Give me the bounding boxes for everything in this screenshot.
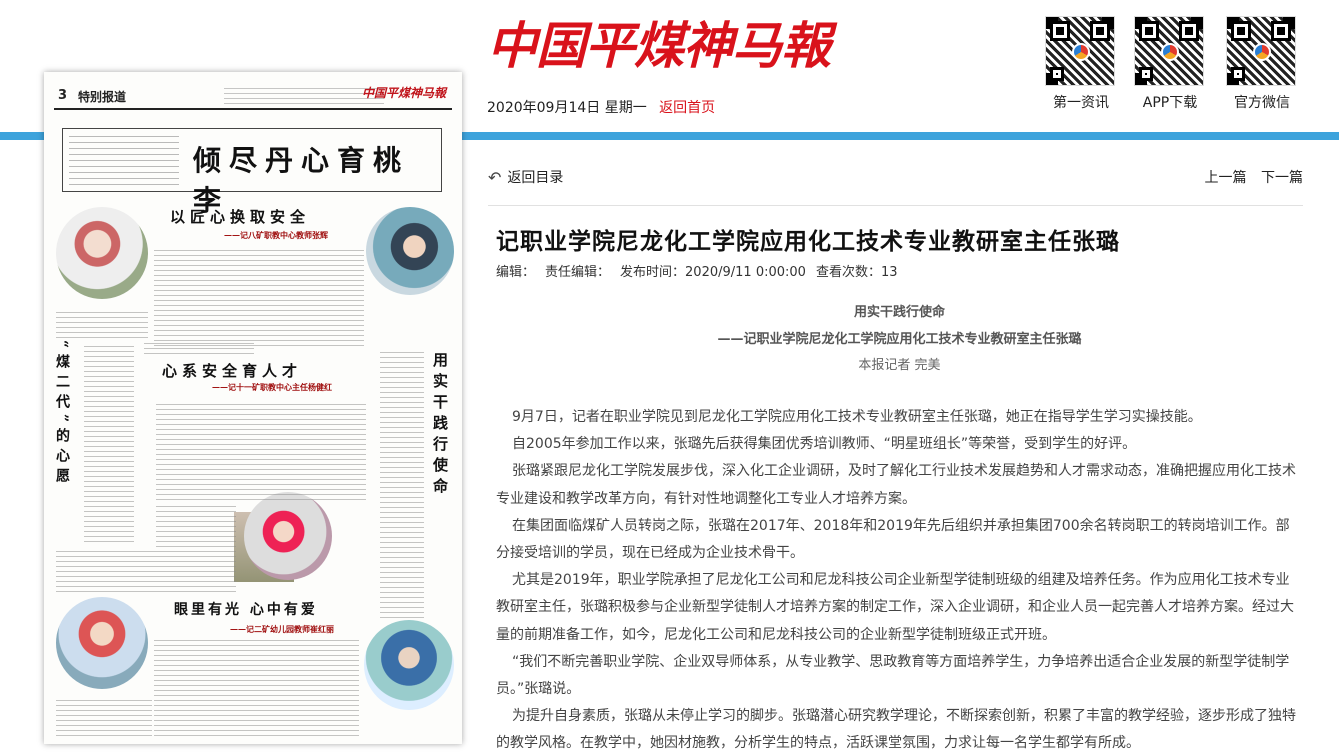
paper-section-name: 特别报道 <box>78 90 127 104</box>
paper-photo[interactable] <box>56 597 148 689</box>
paper-masthead: 中国平煤神马報 <box>361 86 446 100</box>
paper-header-info <box>224 86 384 104</box>
article-byline: 本报记者 完美 <box>858 358 941 373</box>
qr-code-icon <box>1226 16 1296 86</box>
meta-chief-editor: 责任编辑： <box>545 265 611 280</box>
site-logo[interactable]: 中国平煤神马報 <box>487 14 831 78</box>
paper-text-block <box>56 548 156 592</box>
nav-divider <box>488 205 1303 206</box>
article-paragraph: “我们不断完善职业学院、企业双导师体系，从专业教学、思政教育等方面培养学生，力争… <box>496 653 1290 698</box>
meta-view-count: 查看次数：13 <box>815 265 898 280</box>
paper-photo[interactable] <box>366 207 454 295</box>
next-article-link[interactable]: 下一篇 <box>1261 170 1303 186</box>
paper-subheadline: ——记十一矿职教中心主任杨健红 <box>212 382 332 392</box>
article-paragraph: 自2005年参加工作以来，张璐先后获得集团优秀培训教师、“明星班组长”等荣誉，受… <box>512 436 1137 453</box>
paper-headline[interactable]: 以匠心换取安全 <box>170 206 310 227</box>
article-body: 9月7日，记者在职业学院见到尼龙化工学院应用化工技术专业教研室主任张璐，她正在指… <box>496 404 1296 754</box>
article-title: 记职业学院尼龙化工学院应用化工技术专业教研室主任张璐 <box>496 229 1120 255</box>
paper-text-block <box>154 248 364 346</box>
prev-article-link[interactable]: 上一篇 <box>1205 170 1247 186</box>
qr-label: APP下载 <box>1142 95 1198 111</box>
paper-vertical-headline[interactable]: “煤二代”的心愿 <box>54 340 70 488</box>
paper-text-block <box>144 342 254 354</box>
paper-headline[interactable]: 眼里有光 心中有爱 <box>174 599 318 619</box>
paper-text-block <box>154 640 359 736</box>
article-paragraph: 尤其是2019年，职业学院承担了尼龙化工公司和尼龙科技公司企业新型学徒制班级的组… <box>496 572 1294 643</box>
qr-first-news[interactable]: 第一资讯 <box>1045 16 1117 112</box>
back-label: 返回目录 <box>507 170 564 186</box>
paper-text-block <box>380 348 424 618</box>
qr-app-download[interactable]: APP下载 <box>1134 16 1206 112</box>
paper-text-block <box>156 400 366 500</box>
paper-photo[interactable] <box>244 492 332 580</box>
paper-photo[interactable] <box>56 207 148 299</box>
article-panel: ↶ 返回目录 上一篇 下一篇 记职业学院尼龙化工学院应用化工技术专业教研室主任张… <box>462 140 1339 754</box>
qr-label: 官方微信 <box>1234 95 1290 111</box>
date-line: 2020年09月14日 星期一 返回首页 <box>487 97 715 117</box>
paper-subheadline: ——记二矿幼儿园教师崔红丽 <box>230 624 334 634</box>
paper-text-block <box>156 502 236 592</box>
article-subtitle-secondary: ——记职业学院尼龙化工学院应用化工技术专业教研室主任张璐 <box>717 332 1082 347</box>
back-to-catalog-button[interactable]: ↶ 返回目录 <box>488 167 563 187</box>
paper-banner-quote <box>69 135 179 185</box>
article-paragraph: 为提升自身素质，张璐从未停止学习的脚步。张璐潜心研究教学理论，不断探索创新，积累… <box>496 708 1296 752</box>
article-paragraph: 张璐紧跟尼龙化工学院发展步伐，深入化工企业调研，及时了解化工行业技术发展趋势和人… <box>496 463 1296 507</box>
paper-headline[interactable]: 心系安全育人才 <box>162 360 302 381</box>
paper-subheadline: ——记八矿职教中心教师张辉 <box>224 230 328 240</box>
article-subtitle: 用实干践行使命 <box>853 305 945 320</box>
article-pager: 上一篇 下一篇 <box>1195 167 1303 187</box>
current-date: 2020年09月14日 星期一 <box>487 100 647 116</box>
article-paragraph: 在集团面临煤矿人员转岗之际，张璐在2017年、2018年和2019年先后组织并承… <box>496 517 1290 562</box>
article-meta: 编辑： 责任编辑： 发布时间：2020/9/11 0:00:00 查看次数：13 <box>496 261 907 280</box>
article-nav: ↶ 返回目录 上一篇 下一篇 <box>488 167 1303 187</box>
qr-label: 第一资讯 <box>1053 95 1109 111</box>
back-arrow-icon: ↶ <box>488 167 502 187</box>
paper-vertical-headline[interactable]: 用实干践行使命 <box>430 352 451 499</box>
paper-banner[interactable]: 倾尽丹心育桃李 <box>62 128 442 217</box>
paper-page-header: 3 特别报道 中国平煤神马報 <box>54 84 452 110</box>
paper-page-number: 3 <box>58 88 68 103</box>
meta-editor: 编辑： <box>496 265 536 280</box>
qr-code-icon <box>1045 16 1115 86</box>
paper-text-block <box>84 342 134 542</box>
meta-publish-time: 发布时间：2020/9/11 0:00:00 <box>620 265 806 280</box>
qr-official-wechat[interactable]: 官方微信 <box>1226 16 1298 112</box>
article-paragraph: 9月7日，记者在职业学院见到尼龙化工学院应用化工技术专业教研室主任张璐，她正在指… <box>512 409 1202 425</box>
home-link[interactable]: 返回首页 <box>659 100 715 116</box>
paper-text-block <box>56 308 148 338</box>
paper-photo[interactable] <box>364 620 454 710</box>
paper-text-block <box>56 700 152 736</box>
qr-code-icon <box>1134 16 1204 86</box>
newspaper-page-image[interactable]: 3 特别报道 中国平煤神马報 倾尽丹心育桃李 以匠心换取安全 ——记八矿职教中心… <box>44 72 462 744</box>
